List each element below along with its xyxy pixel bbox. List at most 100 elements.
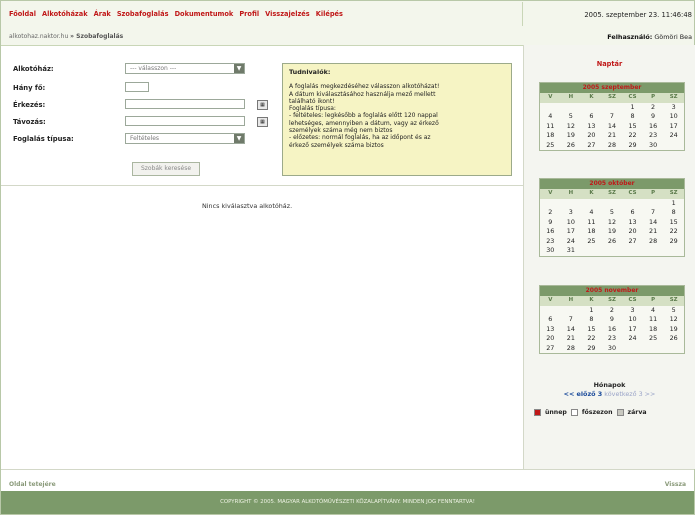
calendar-day[interactable]: 23 <box>643 131 664 141</box>
calendar-day[interactable]: 8 <box>581 315 602 325</box>
prev-months-link[interactable]: << előző 3 <box>564 390 603 398</box>
calendar-day[interactable]: 11 <box>643 315 664 325</box>
calendar-day[interactable]: 4 <box>581 208 602 218</box>
calendar-day[interactable]: 30 <box>540 246 561 256</box>
calendar-day[interactable]: 24 <box>622 334 643 344</box>
calendar-day[interactable]: 29 <box>622 141 643 151</box>
calendar-day[interactable]: 25 <box>540 141 561 151</box>
calendar-day[interactable]: 28 <box>643 237 664 247</box>
nav-visszajelzes[interactable]: Visszajelzés <box>265 10 310 18</box>
calendar-day[interactable]: 10 <box>622 315 643 325</box>
calendar-day[interactable]: 20 <box>540 334 561 344</box>
next-months-link[interactable]: következő 3 >> <box>604 390 655 398</box>
calendar-day[interactable]: 9 <box>643 112 664 122</box>
calendar-day[interactable]: 4 <box>643 306 664 316</box>
calendar-day[interactable]: 7 <box>561 315 582 325</box>
calendar-day[interactable]: 19 <box>561 131 582 141</box>
calendar-day[interactable]: 3 <box>622 306 643 316</box>
calendar-day[interactable]: 17 <box>663 122 684 132</box>
calendar-day[interactable]: 27 <box>540 344 561 354</box>
calendar-day[interactable]: 13 <box>581 122 602 132</box>
calendar-day[interactable]: 1 <box>581 306 602 316</box>
calendar-day[interactable]: 6 <box>622 208 643 218</box>
nav-alkotohazak[interactable]: Alkotóházak <box>42 10 88 18</box>
calendar-day[interactable]: 25 <box>643 334 664 344</box>
search-rooms-button[interactable]: Szobák keresése <box>132 162 200 176</box>
calendar-day[interactable]: 5 <box>561 112 582 122</box>
calendar-day[interactable]: 7 <box>643 208 664 218</box>
calendar-day[interactable]: 25 <box>581 237 602 247</box>
alkotohaz-select[interactable]: --- válasszon --- ▼ <box>125 63 245 74</box>
calendar-day[interactable]: 9 <box>602 315 623 325</box>
calendar-day[interactable]: 19 <box>663 325 684 335</box>
nav-dokumentumok[interactable]: Dokumentumok <box>175 10 234 18</box>
calendar-day[interactable]: 20 <box>581 131 602 141</box>
tavozas-calendar-icon[interactable]: ▦ <box>257 117 268 127</box>
calendar-day[interactable]: 8 <box>622 112 643 122</box>
hany-fo-input[interactable] <box>125 82 149 92</box>
erkezes-calendar-icon[interactable]: ▦ <box>257 100 268 110</box>
calendar-day[interactable]: 5 <box>602 208 623 218</box>
calendar-day[interactable]: 6 <box>581 112 602 122</box>
calendar-day[interactable]: 28 <box>602 141 623 151</box>
calendar-day[interactable]: 14 <box>602 122 623 132</box>
calendar-day[interactable]: 15 <box>663 218 684 228</box>
calendar-day[interactable]: 27 <box>622 237 643 247</box>
calendar-day[interactable]: 1 <box>663 199 684 209</box>
calendar-day[interactable]: 7 <box>602 112 623 122</box>
calendar-day[interactable]: 21 <box>643 227 664 237</box>
back-to-top-link[interactable]: Oldal tetejére <box>9 481 56 488</box>
calendar-day[interactable]: 18 <box>581 227 602 237</box>
foglalas-tipusa-select[interactable]: Feltételes ▼ <box>125 133 245 144</box>
calendar-day[interactable]: 12 <box>663 315 684 325</box>
calendar-day[interactable]: 29 <box>663 237 684 247</box>
calendar-day[interactable]: 27 <box>581 141 602 151</box>
calendar-day[interactable]: 14 <box>643 218 664 228</box>
calendar-day[interactable]: 11 <box>581 218 602 228</box>
calendar-day[interactable]: 1 <box>622 103 643 113</box>
back-link[interactable]: Vissza <box>665 481 686 488</box>
calendar-day[interactable]: 6 <box>540 315 561 325</box>
calendar-day[interactable]: 9 <box>540 218 561 228</box>
calendar-day[interactable]: 18 <box>643 325 664 335</box>
tavozas-input[interactable] <box>125 116 245 126</box>
calendar-day[interactable]: 17 <box>622 325 643 335</box>
calendar-day[interactable]: 3 <box>663 103 684 113</box>
breadcrumb-home[interactable]: alkotohaz.naktor.hu <box>9 33 68 40</box>
calendar-day[interactable]: 22 <box>622 131 643 141</box>
calendar-day[interactable]: 12 <box>561 122 582 132</box>
calendar-day[interactable]: 16 <box>540 227 561 237</box>
calendar-day[interactable]: 3 <box>561 208 582 218</box>
calendar-day[interactable]: 4 <box>540 112 561 122</box>
calendar-day[interactable]: 10 <box>561 218 582 228</box>
calendar-day[interactable]: 24 <box>663 131 684 141</box>
calendar-day[interactable]: 12 <box>602 218 623 228</box>
calendar-day[interactable]: 19 <box>602 227 623 237</box>
calendar-day[interactable]: 26 <box>602 237 623 247</box>
erkezes-input[interactable] <box>125 99 245 109</box>
calendar-day[interactable]: 16 <box>643 122 664 132</box>
calendar-day[interactable]: 23 <box>602 334 623 344</box>
calendar-day[interactable]: 18 <box>540 131 561 141</box>
calendar-day[interactable]: 2 <box>540 208 561 218</box>
calendar-day[interactable]: 11 <box>540 122 561 132</box>
calendar-day[interactable]: 2 <box>643 103 664 113</box>
calendar-day[interactable]: 13 <box>540 325 561 335</box>
calendar-day[interactable]: 10 <box>663 112 684 122</box>
calendar-day[interactable]: 13 <box>622 218 643 228</box>
nav-arak[interactable]: Árak <box>94 10 111 18</box>
calendar-day[interactable]: 30 <box>643 141 664 151</box>
calendar-day[interactable]: 15 <box>581 325 602 335</box>
calendar-day[interactable]: 23 <box>540 237 561 247</box>
calendar-day[interactable]: 17 <box>561 227 582 237</box>
calendar-day[interactable]: 15 <box>622 122 643 132</box>
calendar-day[interactable]: 26 <box>663 334 684 344</box>
calendar-day[interactable]: 2 <box>602 306 623 316</box>
calendar-day[interactable]: 8 <box>663 208 684 218</box>
nav-kilepes[interactable]: Kilépés <box>316 10 343 18</box>
calendar-day[interactable]: 21 <box>602 131 623 141</box>
nav-szobafoglalas[interactable]: Szobafoglalás <box>117 10 169 18</box>
calendar-day[interactable]: 21 <box>561 334 582 344</box>
calendar-day[interactable]: 26 <box>561 141 582 151</box>
calendar-day[interactable]: 14 <box>561 325 582 335</box>
